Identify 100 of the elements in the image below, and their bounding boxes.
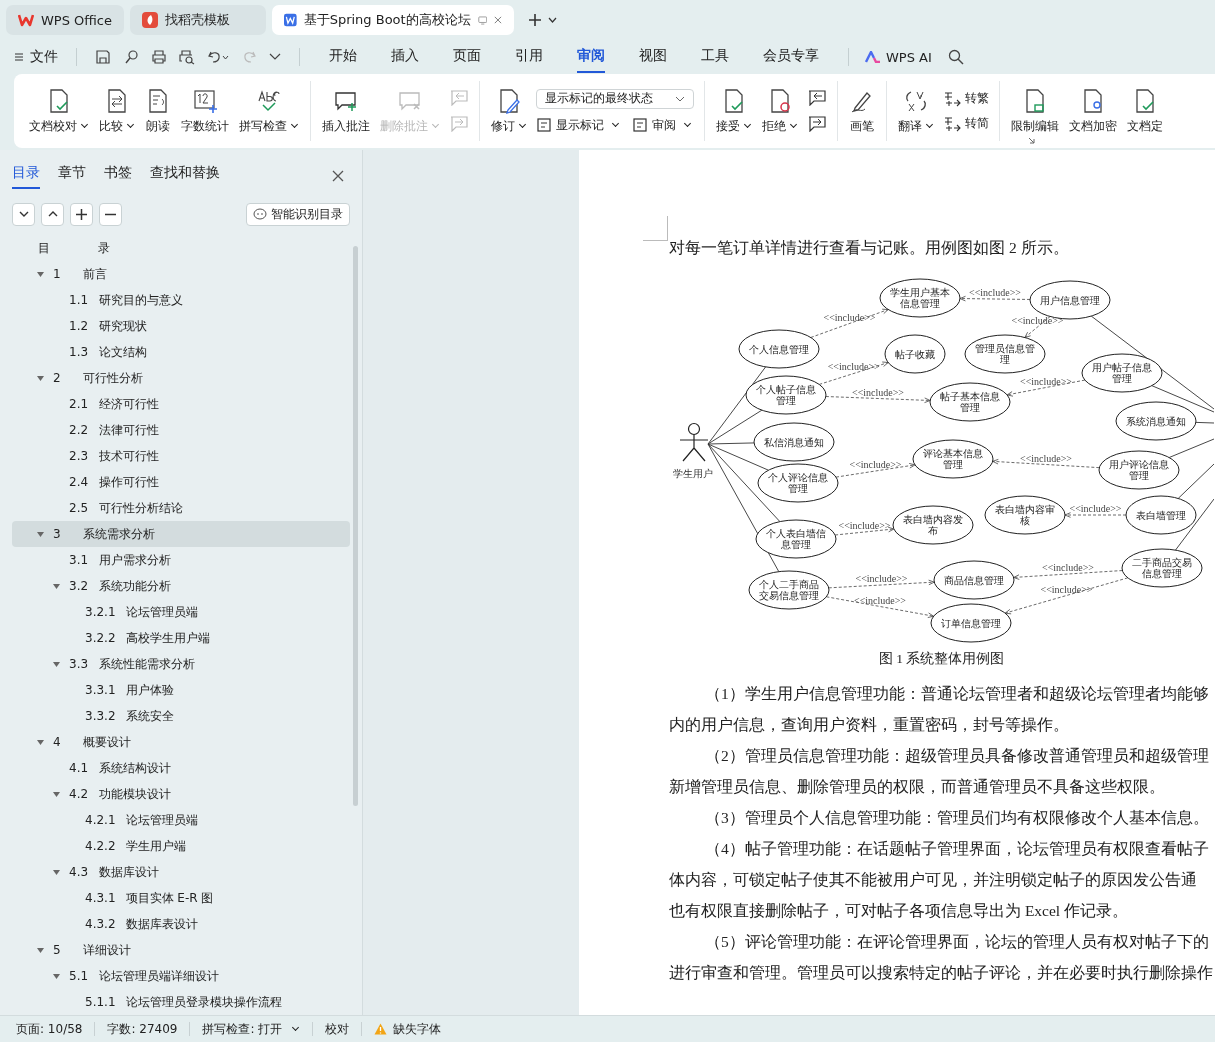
expand-toggle-icon[interactable] bbox=[36, 269, 45, 279]
print-icon[interactable] bbox=[151, 49, 167, 65]
close-icon[interactable] bbox=[332, 169, 344, 182]
browser-tab[interactable]: 基于Spring Boot的高校论坛 bbox=[272, 5, 514, 35]
toc-item[interactable]: 2.4 操作可行性 bbox=[12, 469, 350, 495]
add-button[interactable] bbox=[70, 202, 93, 226]
toc-item[interactable]: 4.3.1 项目实体 E-R 图 bbox=[12, 885, 350, 911]
collapse-all-button[interactable] bbox=[41, 202, 64, 226]
text-line: 也有权限直接删除帖子，可对帖子各项信息导出为 Excel 作记录。 bbox=[669, 901, 1130, 921]
chevron-down-icon[interactable] bbox=[548, 17, 557, 23]
toc-item[interactable]: 4.1 系统结构设计 bbox=[12, 755, 350, 781]
toc-item[interactable]: 2.5 可行性分析结论 bbox=[12, 495, 350, 521]
toc-item[interactable]: 1.3 论文结构 bbox=[12, 339, 350, 365]
toc-item[interactable]: 3 系统需求分析 bbox=[12, 521, 350, 547]
ribbon-button[interactable]: 画笔 bbox=[848, 83, 876, 139]
toc-item[interactable]: 4.2.1 论坛管理员端 bbox=[12, 807, 350, 833]
ribbon-button[interactable]: 显示标记 bbox=[536, 116, 620, 134]
expand-toggle-icon[interactable] bbox=[52, 971, 61, 981]
toc-item[interactable]: 3.1 用户需求分析 bbox=[12, 547, 350, 573]
toc-item[interactable]: 3.2.1 论坛管理员端 bbox=[12, 599, 350, 625]
toc-item[interactable]: 2.2 法律可行性 bbox=[12, 417, 350, 443]
toc-item[interactable]: 2 可行性分析 bbox=[12, 365, 350, 391]
toc-item[interactable]: 1.2 研究现状 bbox=[12, 313, 350, 339]
pane-tab[interactable]: 目录 bbox=[12, 162, 40, 190]
new-tab-icon[interactable] bbox=[528, 13, 542, 27]
expand-toggle-icon[interactable] bbox=[36, 737, 45, 747]
toc-item[interactable]: 5.1 论坛管理员端详细设计 bbox=[12, 963, 350, 989]
ribbon-button[interactable]: 文档加密 bbox=[1068, 83, 1118, 139]
undo-icon[interactable] bbox=[207, 49, 229, 65]
expand-toggle-icon[interactable] bbox=[36, 373, 45, 383]
ribbon-button[interactable]: 限制编辑 bbox=[1010, 83, 1060, 139]
toc-item[interactable]: 1 前言 bbox=[12, 261, 350, 287]
ai-button[interactable]: WPS AI bbox=[865, 49, 932, 65]
ribbon-button[interactable]: 拼写检查 bbox=[238, 83, 300, 139]
toc-item[interactable]: 3.3 系统性能需求分析 bbox=[12, 651, 350, 677]
status-text[interactable]: 字数: 27409 bbox=[107, 1020, 178, 1038]
file-menu[interactable]: 文件 bbox=[14, 48, 58, 66]
toc-item[interactable]: 1.1 研究目的与意义 bbox=[12, 287, 350, 313]
markup-select[interactable]: 显示标记的最终状态 bbox=[536, 88, 694, 109]
comment-nav-button[interactable] bbox=[807, 89, 827, 107]
ribbon-button[interactable]: 文档校对 bbox=[28, 83, 90, 139]
ribbon-tab[interactable]: 页面 bbox=[453, 41, 481, 73]
missing-font-status[interactable]: 缺失字体 bbox=[374, 1020, 442, 1038]
ribbon-button[interactable]: 审阅 bbox=[632, 116, 692, 134]
toc-item[interactable]: 3.2.2 高校学生用户端 bbox=[12, 625, 350, 651]
ribbon-button[interactable]: 翻译 bbox=[897, 83, 935, 139]
expand-toggle-icon[interactable] bbox=[52, 581, 61, 591]
toc-item[interactable]: 3.3.1 用户体验 bbox=[12, 677, 350, 703]
toc-item[interactable]: 5.1.1 论坛管理员登录模块操作流程 bbox=[12, 989, 350, 1015]
toc-item[interactable]: 3.3.2 系统安全 bbox=[12, 703, 350, 729]
expand-toggle-icon[interactable] bbox=[52, 789, 61, 799]
ribbon-button[interactable]: 文档定 bbox=[1126, 83, 1164, 139]
pane-tab[interactable]: 书签 bbox=[104, 162, 132, 190]
expand-toggle-icon[interactable] bbox=[52, 867, 61, 877]
smart-toc-button[interactable]: 智能识别目录 bbox=[246, 202, 350, 226]
ribbon-button[interactable]: 插入批注 bbox=[321, 83, 371, 139]
pane-tab[interactable]: 章节 bbox=[58, 162, 86, 190]
ribbon-button[interactable]: 比较 bbox=[98, 83, 136, 139]
toc-heading[interactable]: 目 录 bbox=[38, 239, 110, 257]
ribbon-button[interactable]: 修订 bbox=[490, 83, 528, 139]
ribbon-tab[interactable]: 开始 bbox=[329, 41, 357, 73]
comment-nav-button[interactable] bbox=[807, 115, 827, 133]
ribbon-tab[interactable]: 工具 bbox=[701, 41, 729, 73]
close-icon[interactable] bbox=[494, 15, 502, 25]
expand-corner-icon[interactable] bbox=[1028, 137, 1035, 144]
expand-all-button[interactable] bbox=[12, 202, 35, 226]
ribbon-tab[interactable]: 引用 bbox=[515, 41, 543, 73]
ribbon-button[interactable]: 接受 bbox=[715, 83, 753, 139]
ribbon-tab[interactable]: 插入 bbox=[391, 41, 419, 73]
expand-toggle-icon[interactable] bbox=[36, 945, 45, 955]
save-icon[interactable] bbox=[95, 49, 111, 65]
search-icon[interactable] bbox=[947, 49, 964, 65]
browser-tab[interactable]: 找稻壳模板 bbox=[130, 5, 266, 35]
toc-item[interactable]: 4.2.2 学生用户端 bbox=[12, 833, 350, 859]
chevron-down-icon[interactable] bbox=[269, 53, 281, 61]
status-text[interactable]: 页面: 10/58 bbox=[16, 1020, 83, 1038]
ribbon-button[interactable]: 转简 bbox=[943, 115, 989, 132]
ribbon-button[interactable]: 转繁 bbox=[943, 90, 989, 107]
toc-item[interactable]: 5 详细设计 bbox=[12, 937, 350, 963]
browser-tab[interactable]: WPS Office bbox=[6, 5, 124, 35]
toc-item[interactable]: 3.2 系统功能分析 bbox=[12, 573, 350, 599]
expand-toggle-icon[interactable] bbox=[36, 529, 45, 539]
pane-tab[interactable]: 查找和替换 bbox=[150, 162, 220, 190]
ribbon-tab[interactable]: 视图 bbox=[639, 41, 667, 73]
toc-item[interactable]: 4 概要设计 bbox=[12, 729, 350, 755]
status-text[interactable]: 校对 bbox=[325, 1020, 350, 1038]
spell-check-status[interactable]: 拼写检查: 打开 bbox=[202, 1020, 301, 1038]
actor-figure bbox=[679, 422, 709, 462]
print-preview-icon[interactable] bbox=[179, 49, 195, 65]
ribbon-button[interactable]: 拒绝 bbox=[761, 83, 799, 139]
scrollbar[interactable] bbox=[353, 246, 358, 806]
toc-item[interactable]: 4.3.2 数据库表设计 bbox=[12, 911, 350, 937]
toc-item[interactable]: 2.1 经济可行性 bbox=[12, 391, 350, 417]
toc-item[interactable]: 2.3 技术可行性 bbox=[12, 443, 350, 469]
toc-item[interactable]: 4.3 数据库设计 bbox=[12, 859, 350, 885]
ribbon-button[interactable]: 朗读 bbox=[144, 83, 172, 139]
toc-item[interactable]: 4.2 功能模块设计 bbox=[12, 781, 350, 807]
ribbon-button[interactable]: 字数统计 bbox=[180, 83, 230, 139]
expand-toggle-icon[interactable] bbox=[52, 659, 61, 669]
ribbon-tab[interactable]: 会员专享 bbox=[763, 41, 819, 73]
